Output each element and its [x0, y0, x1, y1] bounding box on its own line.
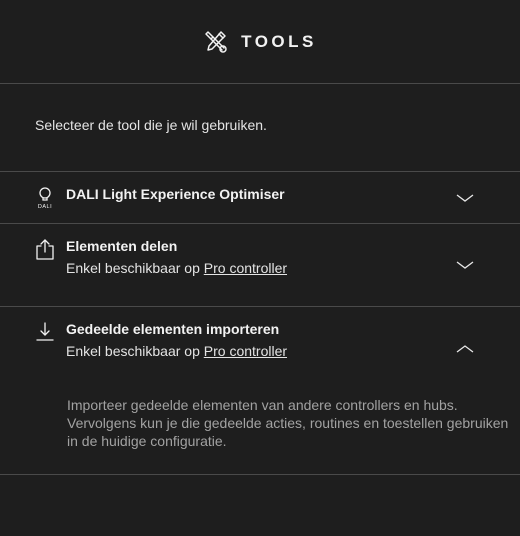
availability-text: Enkel beschikbaar op Pro controller [66, 343, 288, 359]
tool-name: Elementen delen [66, 238, 178, 254]
tool-item-dali[interactable]: DALI DALI Light Experience Optimiser [0, 172, 520, 224]
pro-controller-link[interactable]: Pro controller [204, 260, 287, 276]
tool-item-import-shared-elements[interactable]: Gedeelde elementen importeren Enkel besc… [0, 307, 520, 475]
share-icon [36, 239, 54, 260]
chevron-down-icon[interactable] [456, 193, 474, 203]
import-icon [36, 322, 54, 341]
dali-icon-caption: DALI [38, 204, 52, 210]
tool-name: DALI Light Experience Optimiser [66, 186, 285, 202]
tool-name: Gedeelde elementen importeren [66, 321, 280, 337]
page-title: TOOLS [241, 31, 317, 51]
chevron-down-icon[interactable] [456, 260, 474, 270]
dali-bulb-icon: DALI [38, 187, 52, 210]
pro-controller-link[interactable]: Pro controller [204, 343, 287, 359]
tools-icon [205, 30, 227, 53]
tool-description: Importeer gedeelde elementen van andere … [67, 397, 509, 449]
availability-text: Enkel beschikbaar op Pro controller [66, 260, 288, 276]
chevron-up-icon[interactable] [456, 344, 474, 354]
intro-text: Selecteer de tool die je wil gebruiken. [0, 84, 520, 172]
tool-item-share-elements[interactable]: Elementen delen Enkel beschikbaar op Pro… [0, 224, 520, 307]
page-header: TOOLS [0, 0, 520, 84]
